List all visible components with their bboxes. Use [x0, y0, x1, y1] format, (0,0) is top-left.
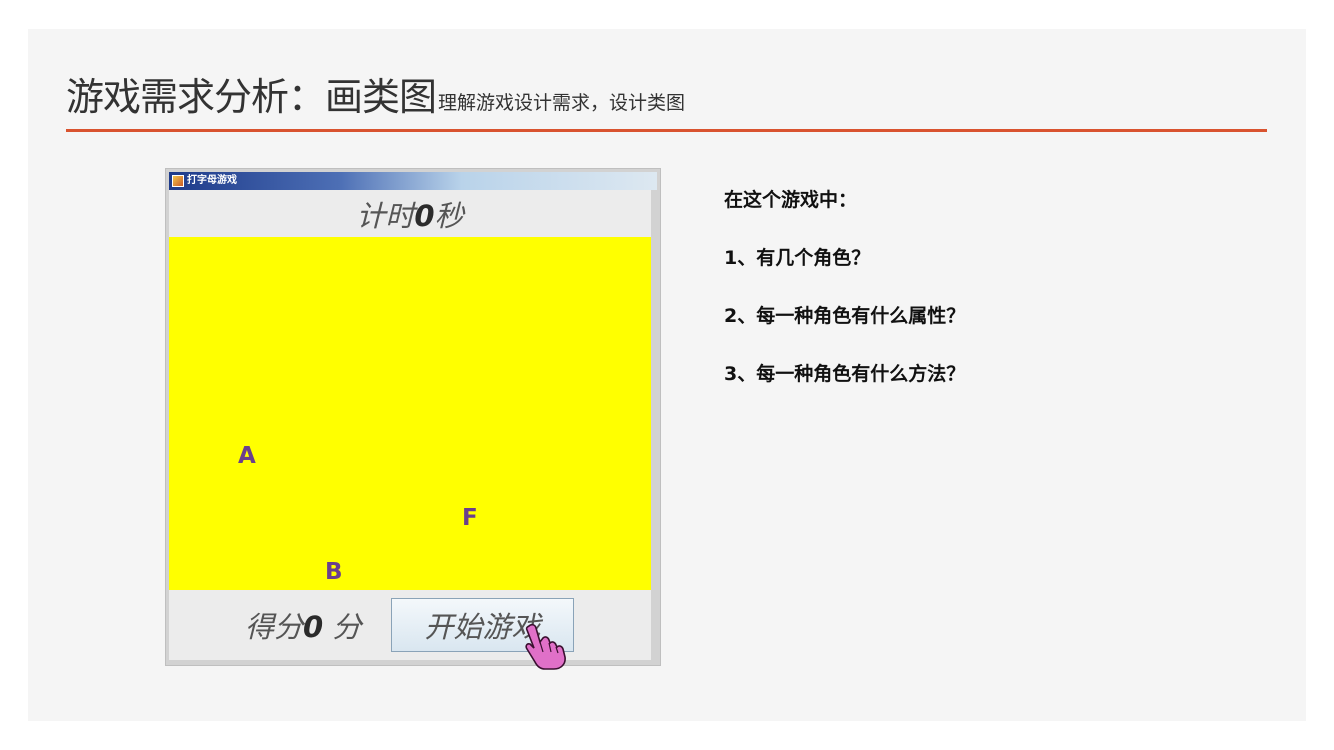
- game-window-screenshot: 打字母游戏 计时0秒 A F B 得分0 分 开始游戏: [165, 168, 661, 670]
- score-suffix: 分: [323, 610, 362, 644]
- question-heading: 在这个游戏中：: [724, 189, 858, 211]
- window-title: 打字母游戏: [187, 175, 237, 186]
- slide-title-main: 游戏需求分析：画类图: [66, 75, 437, 119]
- slide-title-subtitle: 理解游戏设计需求，设计类图: [438, 92, 686, 114]
- title-divider: [66, 129, 1267, 132]
- hand-pointer-icon: [525, 623, 566, 670]
- play-area: A F B: [169, 237, 651, 590]
- question-list: 在这个游戏中： 1、有几个角色？ 2、每一种角色有什么属性？ 3、每一种角色有什…: [724, 187, 1224, 419]
- window-titlebar: 打字母游戏: [169, 172, 657, 190]
- score-bar: 得分0 分 开始游戏: [169, 590, 651, 670]
- question-item: 3、每一种角色有什么方法？: [724, 363, 966, 385]
- timer-label: 计时0秒: [356, 193, 463, 235]
- timer-value: 0: [414, 198, 435, 233]
- score-prefix: 得分: [245, 610, 304, 644]
- timer-bar: 计时0秒: [169, 190, 651, 237]
- falling-letter: B: [325, 559, 343, 585]
- java-app-icon: [172, 175, 184, 187]
- score-label: 得分0 分: [245, 604, 361, 646]
- question-item: 1、有几个角色？: [724, 247, 871, 269]
- falling-letter: F: [462, 505, 478, 531]
- slide-title: 游戏需求分析：画类图 理解游戏设计需求，设计类图: [66, 71, 685, 119]
- question-item: 2、每一种角色有什么属性？: [724, 305, 966, 327]
- slide: 游戏需求分析：画类图 理解游戏设计需求，设计类图 打字母游戏 计时0秒 A F …: [28, 29, 1306, 721]
- timer-prefix: 计时: [356, 198, 415, 233]
- score-value: 0: [303, 610, 324, 644]
- timer-suffix: 秒: [434, 198, 464, 233]
- falling-letter: A: [238, 443, 256, 469]
